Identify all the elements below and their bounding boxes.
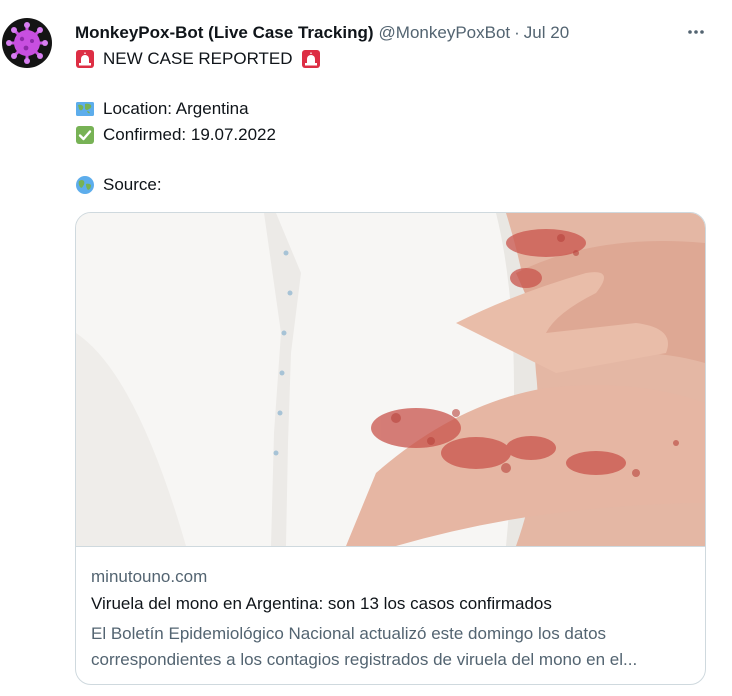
new-case-text: NEW CASE REPORTED <box>103 49 293 68</box>
world-map-icon <box>76 102 94 116</box>
more-options-icon <box>688 30 704 34</box>
rotating-light-icon <box>76 50 94 68</box>
check-mark-button-icon <box>76 126 94 144</box>
tweet-header: MonkeyPox-Bot (Live Case Tracking) @Monk… <box>75 22 702 44</box>
location-text: Location: Argentina <box>103 99 249 118</box>
link-preview-card[interactable]: minutouno.com Viruela del mono en Argent… <box>75 212 706 685</box>
card-image <box>76 213 705 546</box>
card-description: El Boletín Epidemiológico Nacional actua… <box>91 624 638 669</box>
new-case-line: NEW CASE REPORTED <box>75 47 321 71</box>
avatar[interactable] <box>2 18 52 68</box>
confirmed-text: Confirmed: 19.07.2022 <box>103 125 276 144</box>
user-handle[interactable]: @MonkeyPoxBot <box>379 23 511 43</box>
globe-icon <box>76 176 94 194</box>
confirmed-line: Confirmed: 19.07.2022 <box>75 123 276 147</box>
source-line: Source: <box>75 173 162 197</box>
display-name[interactable]: MonkeyPox-Bot (Live Case Tracking) <box>75 23 374 43</box>
location-line: Location: Argentina <box>75 97 249 121</box>
card-domain: minutouno.com <box>91 567 208 586</box>
source-text: Source: <box>103 175 162 194</box>
more-options-button[interactable] <box>684 20 708 44</box>
card-title: Viruela del mono en Argentina: son 13 lo… <box>91 594 552 613</box>
separator-dot: · <box>514 23 520 42</box>
card-body: minutouno.com Viruela del mono en Argent… <box>76 546 705 684</box>
tweet-date[interactable]: Jul 20 <box>524 23 569 43</box>
virus-avatar-icon <box>6 22 48 64</box>
rotating-light-icon <box>301 50 320 68</box>
